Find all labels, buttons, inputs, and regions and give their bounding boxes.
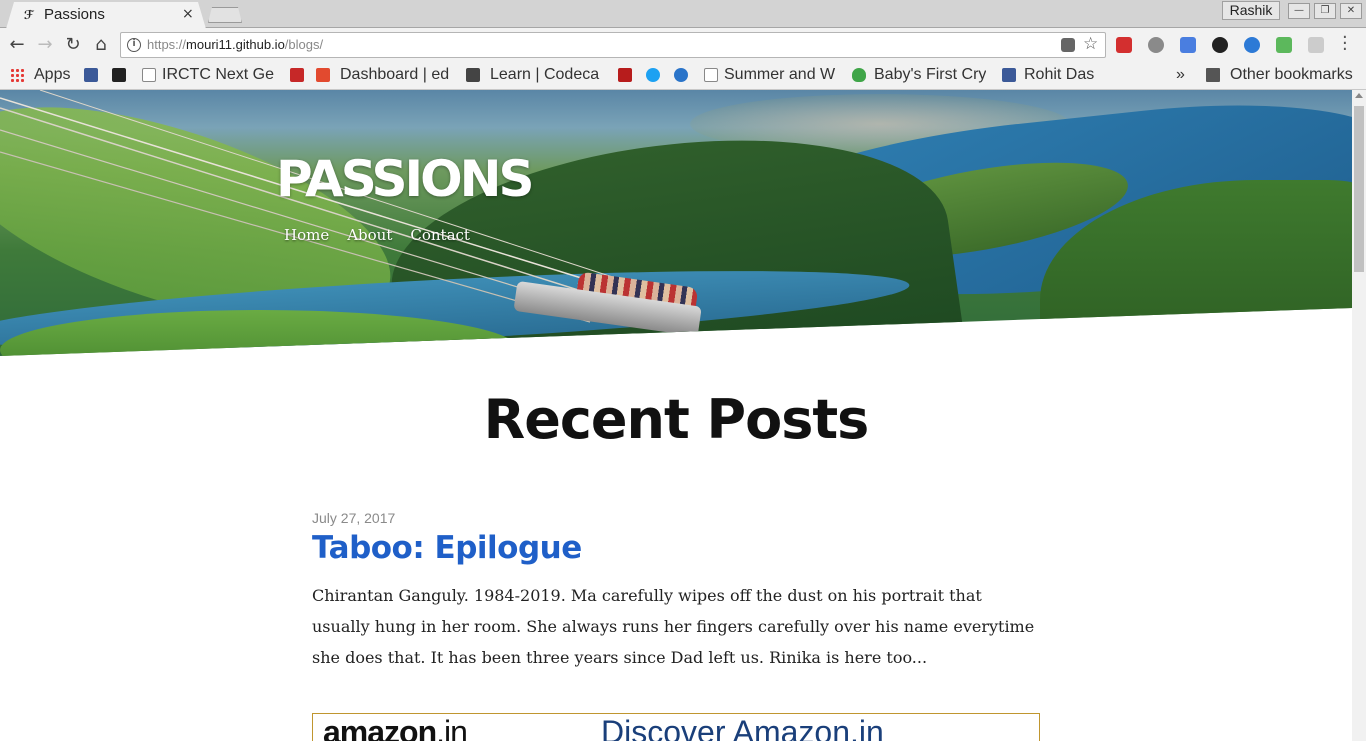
page-icon (704, 68, 718, 82)
bookmark-codecademy[interactable]: Learn | Codeca (490, 66, 604, 86)
site-favicon-icon: ℱ (24, 8, 34, 22)
site-title[interactable]: PASSIONS (276, 150, 534, 208)
codecademy-icon (466, 68, 480, 82)
ad-brand-tld: .in (436, 714, 468, 741)
restore-button[interactable]: ❐ (1314, 3, 1336, 19)
url-host: mouri11.github.io (186, 37, 285, 52)
post-item: July 27, 2017 Taboo: Epilogue Chirantan … (312, 510, 1040, 673)
bookmark-irctc[interactable]: IRCTC Next Ge (162, 66, 276, 86)
bookmark-rohit-das[interactable]: Rohit Das (1024, 66, 1094, 86)
download-extension-icon[interactable] (1276, 37, 1292, 53)
bookmark-other-bookmarks[interactable]: Other bookmarks (1230, 66, 1353, 86)
close-window-button[interactable]: ✕ (1340, 3, 1362, 19)
bookmark-summer-and-winter[interactable]: Summer and Wi (724, 66, 836, 86)
bookmark-apps[interactable]: Apps (34, 66, 70, 86)
site-info-icon[interactable]: i (127, 38, 141, 52)
site-nav: Home About Contact (284, 226, 470, 244)
url-text[interactable]: https://mouri11.github.io/blogs/ (147, 37, 323, 52)
tab-close-icon[interactable]: × (182, 6, 194, 22)
address-bar[interactable]: i https://mouri11.github.io/blogs/ ☆ (120, 32, 1106, 58)
post-title-link[interactable]: Taboo: Epilogue (312, 530, 1040, 566)
bookmark-babys-first-cry[interactable]: Baby's First Cry (874, 66, 986, 86)
quora-icon[interactable] (290, 68, 304, 82)
scroll-up-icon[interactable] (1355, 93, 1363, 98)
page-scrollbar[interactable] (1352, 90, 1366, 741)
ad-tagline: Discover Amazon.in (601, 714, 884, 741)
amazon-logo: amazon.in (323, 714, 468, 741)
url-path: /blogs/ (284, 37, 324, 52)
twitter-icon[interactable] (646, 68, 660, 82)
facebook-icon (1002, 68, 1016, 82)
tab-passions[interactable]: ℱ Passions × (6, 2, 206, 29)
blocked-content-icon[interactable] (1061, 38, 1075, 52)
bookmark-star-icon[interactable]: ☆ (1083, 34, 1098, 54)
reload-icon[interactable]: ↻ (62, 34, 84, 56)
ns-icon[interactable] (618, 68, 632, 82)
edx-icon (316, 68, 330, 82)
bookmark-edx-dashboard[interactable]: Dashboard | ed (340, 66, 452, 86)
facebook-icon[interactable] (84, 68, 98, 82)
extension-red-icon[interactable] (1116, 37, 1132, 53)
minimize-button[interactable]: — (1288, 3, 1310, 19)
forward-icon[interactable]: → (34, 34, 56, 56)
google-translate-icon[interactable] (1180, 37, 1196, 53)
page-icon (142, 68, 156, 82)
nav-about-link[interactable]: About (347, 226, 392, 244)
amazon-ad-banner[interactable]: amazon.in Discover Amazon.in (312, 713, 1040, 741)
nav-contact-link[interactable]: Contact (410, 226, 470, 244)
page-viewport: PASSIONS Home About Contact Recent Posts… (0, 90, 1352, 741)
post-excerpt: Chirantan Ganguly. 1984-2019. Ma careful… (312, 586, 1035, 667)
bookmarks-overflow-icon[interactable]: » (1176, 66, 1185, 86)
ad-brand: amazon (323, 714, 437, 741)
tab-strip: ℱ Passions × Rashik — ❐ ✕ (0, 0, 1366, 29)
extension-globe-icon[interactable] (1244, 37, 1260, 53)
nav-home-link[interactable]: Home (284, 226, 329, 244)
post-date: July 27, 2017 (312, 510, 396, 526)
browser-menu-icon[interactable]: · · · (1342, 29, 1348, 59)
new-tab-button[interactable] (208, 7, 242, 23)
extension-gear-icon[interactable] (1212, 37, 1228, 53)
browser-toolbar: ← → ↻ ⌂ i https://mouri11.github.io/blog… (0, 28, 1366, 62)
folder-icon (1206, 68, 1220, 82)
bookmarks-bar: Apps IRCTC Next Ge Dashboard | ed Learn … (0, 62, 1366, 90)
hero-banner-image (0, 90, 1352, 356)
url-scheme: https:// (147, 37, 187, 52)
home-icon[interactable]: ⌂ (90, 34, 112, 56)
tab-title: Passions (44, 6, 105, 23)
extension-m-icon[interactable] (1148, 37, 1164, 53)
extension-grey-icon[interactable] (1308, 37, 1324, 53)
apps-grid-icon (10, 68, 24, 82)
babys-first-cry-icon (852, 68, 866, 82)
ip-icon[interactable] (112, 68, 126, 82)
recent-posts-heading: Recent Posts (483, 388, 870, 451)
profile-button[interactable]: Rashik (1222, 1, 1280, 20)
s-icon[interactable] (674, 68, 688, 82)
scrollbar-thumb[interactable] (1354, 106, 1364, 272)
back-icon[interactable]: ← (6, 34, 28, 56)
